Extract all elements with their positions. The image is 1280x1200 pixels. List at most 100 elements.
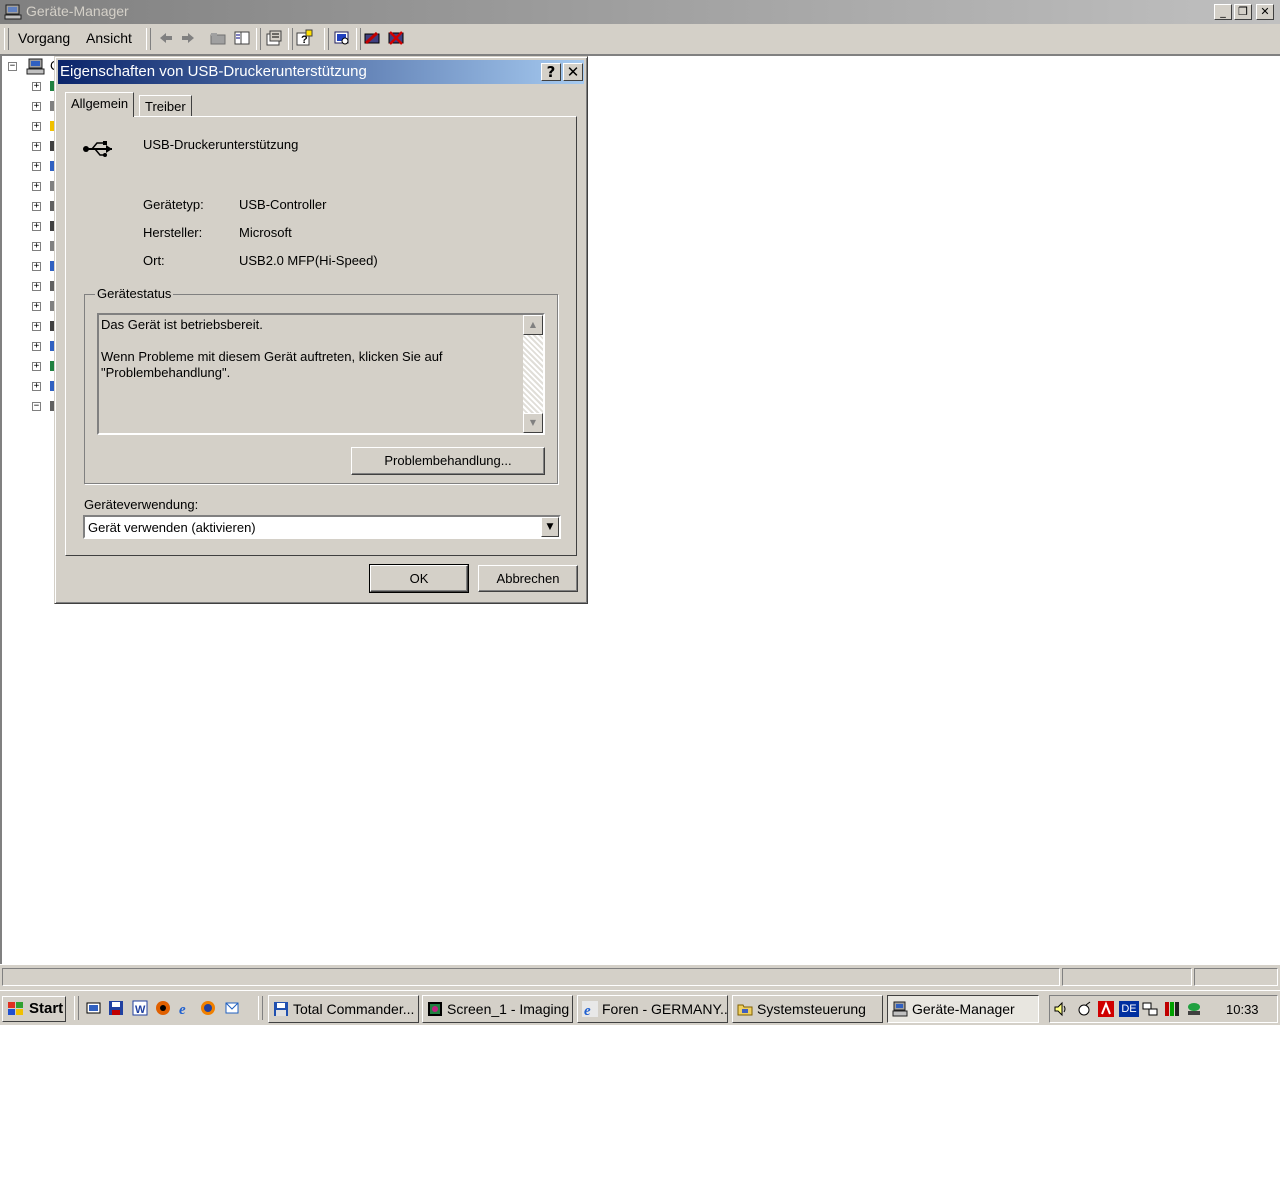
svg-text:e: e <box>584 1003 591 1017</box>
scroll-down-button[interactable]: ▼ <box>523 413 543 433</box>
uninstall-icon[interactable] <box>386 29 406 47</box>
taskbar-button-label: Foren - GERMANY... <box>602 1001 728 1017</box>
tree-expand-box[interactable]: + <box>32 222 41 231</box>
toolbar-grip <box>146 28 151 50</box>
tree-expand-box[interactable]: + <box>32 242 41 251</box>
back-arrow-icon[interactable] <box>156 29 176 47</box>
language-indicator[interactable]: DE <box>1119 1001 1139 1017</box>
clock[interactable]: 10:33 <box>1226 1002 1259 1017</box>
taskbar-button-systemsteuerung[interactable]: Systemsteuerung <box>732 995 883 1023</box>
tab-allgemein[interactable]: Allgemein <box>65 92 135 117</box>
menu-ansicht[interactable]: Ansicht <box>86 30 132 46</box>
show-desktop-icon[interactable] <box>86 1000 102 1016</box>
main-titlebar[interactable]: Geräte-Manager _ ❐ ✕ <box>0 0 1280 24</box>
start-button[interactable]: Start <box>2 996 66 1022</box>
taskbar-button-label: Total Commander... <box>293 1001 415 1017</box>
status-pane-3 <box>1194 968 1278 986</box>
tree-expand-box[interactable]: + <box>32 382 41 391</box>
close-button[interactable]: ✕ <box>1256 4 1274 20</box>
tree-expand-box[interactable]: + <box>32 162 41 171</box>
properties-dialog: Eigenschaften von USB-Druckerunterstützu… <box>54 56 588 604</box>
toolbar-separator <box>256 28 261 50</box>
save-icon[interactable] <box>108 1000 124 1016</box>
device-type-label: Gerätetyp: <box>143 197 204 212</box>
media-player-icon[interactable] <box>155 1000 171 1016</box>
antivirus-icon[interactable] <box>1098 1001 1114 1017</box>
tree-expand-box[interactable]: + <box>32 202 41 211</box>
show-hide-tree-icon[interactable] <box>232 29 252 47</box>
up-folder-icon[interactable] <box>208 29 228 47</box>
toolbar-separator <box>356 28 361 50</box>
status-bar <box>0 964 1280 991</box>
taskbar-button-label: Systemsteuerung <box>757 1001 866 1017</box>
windows-logo-icon <box>8 1002 23 1015</box>
main-window-title: Geräte-Manager <box>26 3 129 19</box>
minimize-button[interactable]: _ <box>1214 4 1232 20</box>
device-usage-value: Gerät verwenden (aktivieren) <box>88 520 256 535</box>
device-type-value: USB-Controller <box>239 197 327 212</box>
scroll-up-button[interactable]: ▲ <box>523 315 543 335</box>
tree-expand-box[interactable]: + <box>32 142 41 151</box>
volume-icon[interactable] <box>1053 1001 1069 1017</box>
monitor-icon[interactable] <box>1164 1001 1180 1017</box>
network-icon[interactable] <box>1142 1001 1158 1017</box>
word-icon[interactable]: W <box>132 1000 148 1016</box>
dialog-titlebar[interactable]: Eigenschaften von USB-Druckerunterstützu… <box>58 60 584 84</box>
control-panel-icon <box>737 1004 753 1016</box>
taskbar-button-imaging[interactable]: Screen_1 - Imaging <box>422 995 573 1023</box>
tree-expand-box[interactable]: + <box>32 102 41 111</box>
taskbar: Start W e Total Commander... Screen_1 - … <box>0 990 1280 1025</box>
floppy-icon <box>274 1002 288 1016</box>
tree-expand-box[interactable]: + <box>32 282 41 291</box>
tree-expand-box[interactable]: + <box>32 322 41 331</box>
taskbar-button-foren[interactable]: e Foren - GERMANY... <box>577 995 728 1023</box>
device-usage-label: Geräteverwendung: <box>84 497 199 512</box>
tree-expand-box[interactable]: + <box>32 82 41 91</box>
scan-hardware-icon[interactable] <box>332 29 352 47</box>
computer-icon <box>4 4 22 20</box>
firefox-icon[interactable] <box>200 1000 216 1016</box>
dialog-close-button[interactable]: ✕ <box>563 63 583 81</box>
ok-button[interactable]: OK <box>369 564 469 593</box>
svg-text:W: W <box>135 1004 146 1016</box>
tree-expand-box[interactable]: + <box>32 182 41 191</box>
internet-explorer-icon[interactable]: e <box>178 1000 194 1016</box>
menu-vorgang[interactable]: Vorgang <box>18 30 70 46</box>
tree-expand-box[interactable]: + <box>32 302 41 311</box>
tree-expand-box[interactable]: + <box>32 122 41 131</box>
tree-expand-box[interactable]: + <box>32 262 41 271</box>
status-scrollbar[interactable]: ▲ ▼ <box>523 315 543 433</box>
cancel-button[interactable]: Abbrechen <box>478 565 578 592</box>
restore-button[interactable]: ❐ <box>1234 4 1252 20</box>
toolbar-separator <box>288 28 293 50</box>
tab-treiber[interactable]: Treiber <box>139 95 192 117</box>
tree-collapse-box[interactable]: − <box>8 62 17 71</box>
device-status-text: Das Gerät ist betriebsbereit. Wenn Probl… <box>101 317 443 380</box>
device-usage-select[interactable]: Gerät verwenden (aktivieren) ▼ <box>83 515 561 539</box>
computer-icon <box>892 1001 908 1017</box>
outlook-icon[interactable] <box>224 1000 240 1016</box>
vendor-value: Microsoft <box>239 225 292 240</box>
power-icon[interactable] <box>1076 1001 1092 1017</box>
help-button[interactable]: ? <box>541 63 561 81</box>
internet-explorer-icon: e <box>582 1001 598 1017</box>
taskbar-button-label: Geräte-Manager <box>912 1001 1015 1017</box>
device-status-textbox[interactable]: Das Gerät ist betriebsbereit. Wenn Probl… <box>97 313 545 435</box>
properties-icon[interactable] <box>264 29 284 47</box>
troubleshoot-button[interactable]: Problembehandlung... <box>351 447 545 475</box>
sync-icon[interactable] <box>1186 1001 1202 1017</box>
location-value: USB2.0 MFP(Hi-Speed) <box>239 253 378 268</box>
tree-expand-box[interactable]: − <box>32 402 41 411</box>
tree-expand-box[interactable]: + <box>32 362 41 371</box>
taskbar-button-geraete-manager[interactable]: Geräte-Manager <box>887 995 1039 1023</box>
menu-toolbar: Vorgang Ansicht ? <box>0 24 1280 55</box>
computer-icon <box>26 58 45 75</box>
imaging-icon <box>428 1002 442 1016</box>
update-driver-icon[interactable] <box>362 29 382 47</box>
forward-arrow-icon[interactable] <box>178 29 198 47</box>
device-name: USB-Druckerunterstützung <box>143 137 299 152</box>
tree-expand-box[interactable]: + <box>32 342 41 351</box>
help-icon[interactable]: ? <box>294 29 314 47</box>
taskbar-button-total-commander[interactable]: Total Commander... <box>268 995 419 1023</box>
chevron-down-icon[interactable]: ▼ <box>541 517 559 537</box>
